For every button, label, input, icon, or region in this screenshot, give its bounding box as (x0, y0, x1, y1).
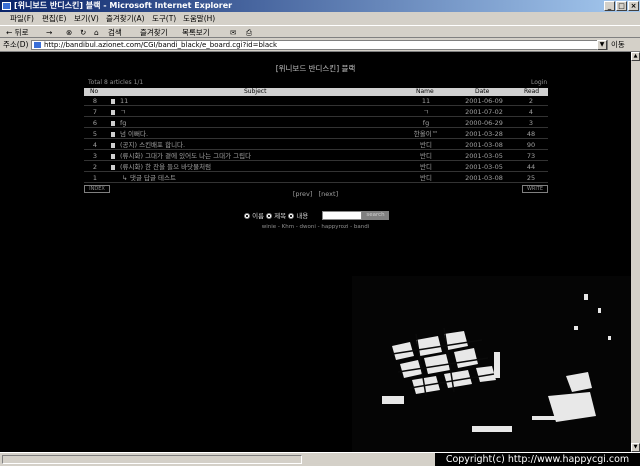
address-bar: 주소(D) http://bandibul.azionet.com/CGI/ba… (0, 38, 640, 52)
board-title: [위니보드 반디스킨] 블랙 (275, 64, 356, 73)
go-button[interactable]: 이동 (611, 38, 625, 52)
menu-help[interactable]: 도움말(H) (183, 12, 215, 25)
table-row[interactable]: 7 ㄱ ㄱ 2001-07-02 4 (84, 107, 548, 117)
background-photo (352, 276, 631, 452)
search-option-name: 이름 (252, 212, 265, 220)
search-form: 이름 제목 내용 search (244, 211, 389, 221)
row-subject[interactable]: ㄱ (120, 107, 126, 117)
row-subject[interactable]: 11 (120, 96, 128, 106)
document-icon (111, 110, 115, 115)
menu-file[interactable]: 파일(F) (10, 12, 34, 25)
table-row[interactable]: 8 11 11 2001-06-09 2 (84, 96, 548, 106)
maximize-button[interactable]: □ (616, 1, 627, 11)
table-row[interactable]: 3 (류시화) 그대가 곁에 있어도 나는 그대가 그립다 반디 2001-03… (84, 151, 548, 161)
login-link[interactable]: Login (531, 79, 547, 86)
page-content: [위니보드 반디스킨] 블랙 Total 8 articles 1/1 Logi… (0, 52, 631, 452)
col-subject: Subject (244, 88, 267, 95)
search-radio-content[interactable] (288, 213, 295, 219)
address-dropdown-icon[interactable]: ▼ (597, 40, 607, 50)
table-row[interactable]: 4 (공지) 스킨배포 합니다. 반디 2001-03-08 90 (84, 140, 548, 150)
row-subject[interactable]: fg (120, 118, 126, 128)
status-segment (2, 455, 302, 464)
menu-favorites[interactable]: 즐겨찾기(A) (106, 12, 145, 25)
search-radio-subject[interactable] (266, 213, 273, 219)
window-title: [위니보드 반디스킨] 블랙 - Microsoft Internet Expl… (14, 1, 233, 10)
prev-link[interactable]: [prev] (293, 190, 313, 198)
page-number: 1/1 (133, 79, 144, 86)
document-icon (111, 121, 115, 126)
pager: [prev] [next] (0, 190, 631, 198)
row-subject[interactable]: (공지) 스킨배포 합니다. (120, 140, 185, 150)
row-subject[interactable]: (류시화) 한 잔을 들으 바닷물처럼 (120, 162, 211, 172)
total-count: 8 (103, 79, 108, 86)
menu-tools[interactable]: 도구(T) (152, 12, 176, 25)
title-bar: [위니보드 반디스킨] 블랙 - Microsoft Internet Expl… (0, 0, 640, 12)
credits: winie - Khm - dwoni - happyrozi - bandi (261, 224, 370, 230)
document-icon (111, 165, 115, 170)
search-option-content: 내용 (296, 212, 309, 220)
col-read: Read (524, 88, 540, 95)
row-subject[interactable]: 넘 이뻐다. (120, 129, 148, 139)
document-icon (111, 99, 115, 104)
row-subject[interactable]: (류시화) 그대가 곁에 있어도 나는 그대가 그립다 (120, 151, 251, 161)
search-button[interactable]: search (362, 211, 389, 220)
scroll-up-icon[interactable]: ▲ (631, 52, 640, 61)
search-option-subject: 제목 (274, 212, 287, 220)
vertical-scrollbar[interactable]: ▲ ▼ (631, 52, 640, 452)
menu-view[interactable]: 보기(V) (74, 12, 99, 25)
ie-logo-icon (2, 2, 11, 10)
reply-icon: ↳ (122, 174, 128, 182)
close-button[interactable]: × (628, 1, 639, 11)
total-info: Total 8 articles 1/1 (88, 79, 143, 86)
row-subject[interactable]: 댓글 답글 테스트 (130, 173, 176, 183)
document-icon (111, 154, 115, 159)
minimize-button[interactable]: _ (604, 1, 615, 11)
table-header: No Subject Name Date Read (84, 88, 548, 96)
menu-edit[interactable]: 편집(E) (42, 12, 66, 25)
toolbar: ← 뒤로 → ⊗ ↻ ⌂ 검색 즐겨찾기 목록보기 ✉ ⎙ (0, 25, 640, 38)
total-label: Total (88, 79, 103, 86)
scroll-down-icon[interactable]: ▼ (631, 443, 640, 452)
menu-bar: 파일(F) 편집(E) 보기(V) 즐겨찾기(A) 도구(T) 도움말(H) (0, 12, 640, 25)
table-row[interactable]: 2 (류시화) 한 잔을 들으 바닷물처럼 반디 2001-03-05 44 (84, 162, 548, 172)
col-date: Date (475, 88, 490, 95)
copyright-watermark: Copyright(c) http://www.happycgi.com (435, 453, 640, 466)
col-name: Name (416, 88, 434, 95)
search-radio-name[interactable] (244, 213, 250, 219)
address-label: 주소(D) (3, 40, 29, 49)
page-icon (34, 42, 41, 48)
address-input[interactable]: http://bandibul.azionet.com/CGI/bandi_bl… (31, 40, 608, 50)
table-row[interactable]: 1 ↳ 댓글 답글 테스트 반디 2001-03-08 25 (84, 173, 548, 183)
search-input[interactable] (322, 211, 362, 220)
total-unit: articles (109, 79, 132, 86)
document-icon (111, 132, 115, 137)
next-link[interactable]: [next] (319, 190, 338, 198)
col-no: No (90, 88, 99, 95)
document-icon (111, 143, 115, 148)
table-row[interactable]: 6 fg fg 2000-06-29 3 (84, 118, 548, 128)
table-row[interactable]: 5 넘 이뻐다. 한올이™ 2001-03-28 48 (84, 129, 548, 139)
address-url: http://bandibul.azionet.com/CGI/bandi_bl… (44, 41, 278, 49)
